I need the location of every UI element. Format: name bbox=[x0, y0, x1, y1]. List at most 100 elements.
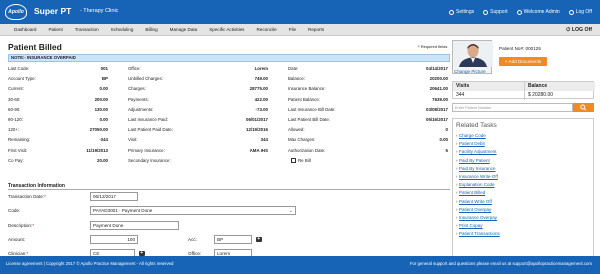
info-label: Remaining: bbox=[8, 137, 31, 143]
info-value: 11/19/2013 bbox=[86, 147, 108, 153]
info-label: Visit: bbox=[128, 137, 138, 143]
info-value: 20641.00 bbox=[429, 86, 448, 92]
related-task-patient-debit[interactable]: › Patient Debit bbox=[456, 141, 500, 149]
add-documents-button[interactable]: + Add Documents bbox=[499, 57, 547, 66]
code-label: Code: bbox=[8, 208, 21, 213]
chevron-right-icon: › bbox=[456, 157, 458, 163]
info-label: Adjustments: bbox=[128, 106, 154, 112]
footer-left: License agreement | Copyright 2017 © Apo… bbox=[6, 261, 174, 266]
acc-input[interactable]: BP bbox=[214, 235, 252, 244]
related-task-patient-billed[interactable]: › Patient Billed bbox=[456, 190, 500, 198]
amount-input[interactable]: 100 bbox=[90, 235, 138, 244]
chevron-right-icon: › bbox=[456, 182, 458, 188]
related-task-label: Patient Transactions bbox=[459, 231, 500, 237]
related-task-insurance-write-off[interactable]: › Insurance Write-Off bbox=[456, 174, 500, 182]
balance-value: $ 20280.00 bbox=[524, 91, 595, 100]
info-row: First Visit: 11/19/2013 Primary Insurance:… bbox=[8, 148, 450, 154]
related-task-facility-adjustment[interactable]: › Facility Adjustment bbox=[456, 149, 500, 157]
nav-item-billing[interactable]: Billing bbox=[139, 27, 163, 32]
related-task-explanation-code[interactable]: › Explanation Code bbox=[456, 182, 500, 190]
nav-item-manage-data[interactable]: Manage Data bbox=[164, 27, 204, 32]
nav-item-reconcile[interactable]: Reconcile bbox=[250, 27, 282, 32]
info-label: Last Code: bbox=[8, 66, 30, 71]
visits-value: 344 bbox=[456, 92, 465, 98]
add-acc-button[interactable]: + bbox=[256, 236, 262, 242]
info-value: 12/19/2016 bbox=[246, 127, 268, 133]
support-link[interactable]: Support bbox=[483, 9, 508, 15]
related-task-patient-transactions[interactable]: › Patient Transactions bbox=[456, 231, 500, 239]
info-value: 0.00 bbox=[439, 137, 448, 143]
nav-logoff-button[interactable]: ⏻ LOG Off bbox=[566, 27, 592, 34]
code-select[interactable]: PAYAD3001 - Payment Done ⌄ bbox=[90, 206, 296, 215]
divider bbox=[8, 189, 450, 190]
nav-item-scheduling[interactable]: Scheduling bbox=[105, 27, 140, 32]
info-row: Account Type: BP Unbilled Charges: 749.00 Ba… bbox=[8, 76, 450, 82]
info-value: 5 bbox=[445, 147, 448, 153]
chevron-right-icon: › bbox=[456, 206, 458, 212]
welcome-link[interactable]: Welcome Admin bbox=[516, 9, 560, 15]
related-task-label: Patient Debit bbox=[459, 141, 485, 147]
chevron-right-icon: › bbox=[456, 133, 458, 138]
nav-item-transaction[interactable]: Transaction bbox=[69, 27, 105, 32]
info-label: 30-60: bbox=[8, 96, 21, 102]
nav-item-file[interactable]: File bbox=[283, 27, 302, 32]
related-task-charge-code[interactable]: › Charge Code bbox=[456, 133, 500, 141]
related-task-label: Patient Write Off bbox=[459, 198, 492, 204]
info-value: 749.00 bbox=[254, 76, 268, 82]
nav-item-reports[interactable]: Reports bbox=[302, 27, 330, 32]
acc-label: Acc: bbox=[188, 237, 197, 242]
info-label: Payments: bbox=[128, 96, 149, 102]
info-value: 0 bbox=[445, 127, 448, 133]
nav-item-patient[interactable]: Patient bbox=[42, 27, 68, 32]
settings-link[interactable]: Settings bbox=[449, 9, 474, 15]
related-task-print-copay[interactable]: › Print Copay bbox=[456, 223, 500, 231]
info-label: Date: bbox=[288, 66, 299, 71]
nav-item-specific-activities[interactable]: Specific Activities bbox=[203, 27, 250, 32]
visits-header: Visits bbox=[453, 82, 524, 91]
info-row: Co Pay: 20.00 Secondary Insurance: Re Bill bbox=[8, 158, 450, 164]
related-task-label: Paid By Insurance bbox=[459, 165, 496, 171]
related-task-insurance-overpay[interactable]: › Insurance Overpay bbox=[456, 215, 500, 223]
info-label: Co Pay: bbox=[8, 157, 24, 163]
info-value: 422.00 bbox=[254, 96, 268, 102]
related-task-paid-by-insurance[interactable]: › Paid By Insurance bbox=[456, 166, 500, 174]
info-label: Account Type: bbox=[8, 76, 36, 82]
balance-header: Balance bbox=[524, 82, 595, 91]
description-input[interactable]: Payment Done bbox=[90, 221, 179, 230]
related-task-patient-overpay[interactable]: › Patient Overpay bbox=[456, 207, 500, 215]
related-task-label: Explanation Code bbox=[459, 182, 495, 188]
apollo-logo[interactable]: Apollo bbox=[5, 4, 27, 20]
info-value: BP bbox=[101, 76, 108, 82]
page-title: Patient Billed bbox=[8, 42, 62, 52]
related-task-paid-by-patient[interactable]: › Paid By Patient bbox=[456, 158, 500, 166]
info-label: Office: bbox=[128, 66, 141, 71]
search-button[interactable] bbox=[573, 103, 594, 112]
patient-search-input[interactable]: Enter Patient Number bbox=[452, 103, 573, 112]
search-icon bbox=[580, 104, 587, 111]
chevron-right-icon: › bbox=[456, 173, 458, 179]
transaction-date-input[interactable]: 06/12/2017 bbox=[90, 192, 138, 201]
nav-logoff-label: LOG Off bbox=[571, 26, 592, 33]
rebill-checkbox[interactable] bbox=[291, 158, 296, 163]
nav-item-dashboard[interactable]: Dashboard bbox=[8, 27, 42, 32]
chevron-right-icon: › bbox=[456, 141, 458, 147]
info-value: 20.00 bbox=[97, 157, 108, 163]
info-label: Secondary Insurance: bbox=[128, 157, 171, 163]
info-value: -344 bbox=[99, 137, 108, 143]
info-value: 04/14/2017 bbox=[426, 66, 448, 71]
info-row: 90-120: 0.00 Last Insurance Paid: 06/01/201… bbox=[8, 117, 450, 123]
info-value: AMA IHS bbox=[249, 147, 268, 153]
patient-avatar-icon bbox=[453, 41, 493, 67]
top-logoff-link[interactable]: Log Off bbox=[568, 9, 592, 15]
info-row: Remaining: -344 Visit: 344 Max Charges: 0.00 bbox=[8, 137, 450, 143]
info-value: 001 bbox=[100, 66, 108, 71]
info-value: 27050.00 bbox=[89, 127, 108, 133]
date-label-text: Transaction Date: bbox=[8, 194, 45, 199]
info-label: Unbilled Charges: bbox=[128, 76, 163, 82]
change-picture-link[interactable]: Change Picture bbox=[454, 69, 486, 74]
related-task-patient-write-off[interactable]: › Patient Write Off bbox=[456, 199, 500, 207]
info-value: 03/08/2017 bbox=[426, 106, 448, 112]
chevron-right-icon: › bbox=[456, 223, 458, 229]
related-task-label: Facility Adjustment bbox=[459, 149, 497, 155]
info-label: Last Patient Bill Date: bbox=[288, 117, 330, 122]
